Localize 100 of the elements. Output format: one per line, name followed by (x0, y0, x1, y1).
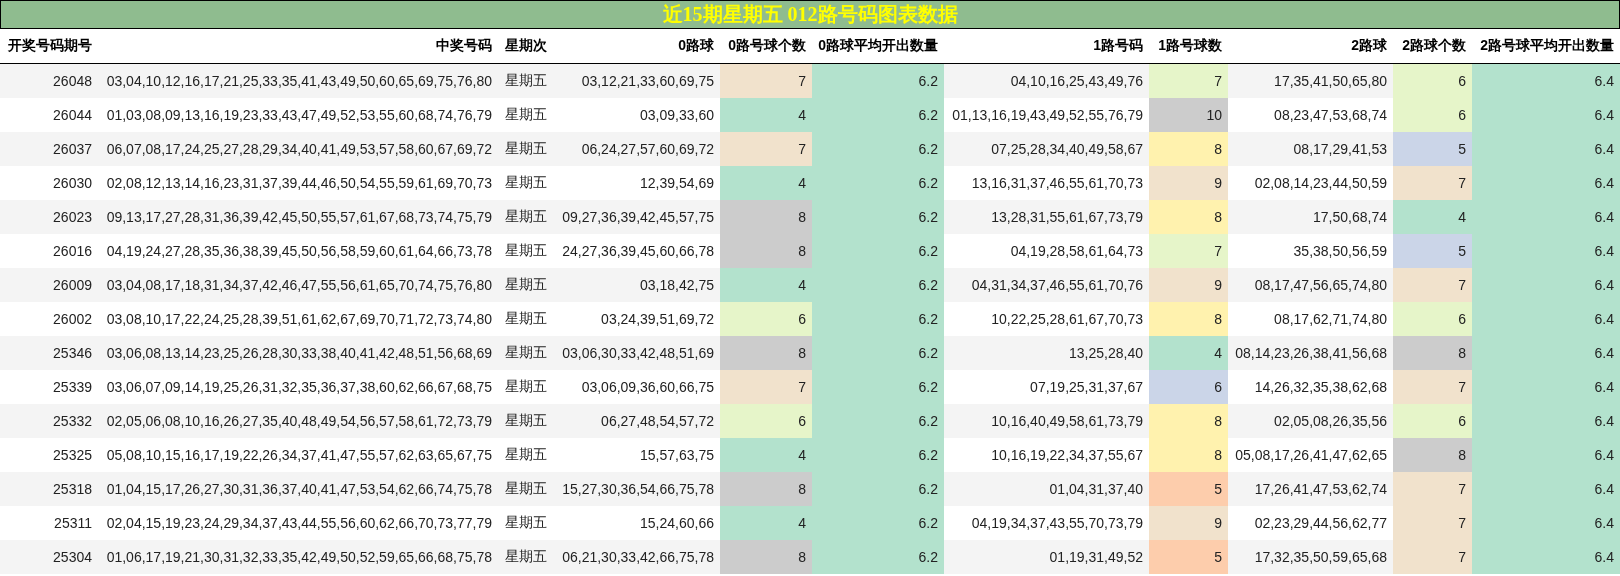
table-cell: 04,10,16,25,43,49,76 (944, 64, 1149, 98)
table-cell: 17,35,41,50,65,80 (1228, 64, 1393, 98)
table-cell: 6.4 (1472, 506, 1620, 540)
table-cell: 6.4 (1472, 98, 1620, 132)
count-cell: 8 (1393, 438, 1472, 472)
count-cell: 4 (720, 268, 812, 302)
count-cell: 5 (1149, 472, 1228, 506)
table-cell: 6.2 (812, 64, 944, 98)
table-cell: 6.4 (1472, 336, 1620, 370)
count-cell: 6 (720, 302, 812, 336)
table-cell: 01,04,31,37,40 (944, 472, 1149, 506)
count-cell: 7 (1393, 370, 1472, 404)
count-cell: 9 (1149, 166, 1228, 200)
table-cell: 6.2 (812, 200, 944, 234)
table-cell: 6.4 (1472, 268, 1620, 302)
count-cell: 5 (1393, 234, 1472, 268)
count-cell: 6 (1393, 98, 1472, 132)
table-cell: 13,28,31,55,61,67,73,79 (944, 200, 1149, 234)
table-cell: 星期五 (498, 268, 553, 302)
count-cell: 6 (720, 404, 812, 438)
count-cell: 8 (1149, 132, 1228, 166)
table-cell: 6.2 (812, 268, 944, 302)
table-cell: 6.2 (812, 234, 944, 268)
table-cell: 星期五 (498, 200, 553, 234)
count-cell: 9 (1149, 506, 1228, 540)
table-cell: 03,04,10,12,16,17,21,25,33,35,41,43,49,50,60,65,69,75,76,80 (98, 64, 498, 98)
count-cell: 7 (1393, 472, 1472, 506)
count-cell: 5 (1149, 540, 1228, 574)
table-cell: 15,27,30,36,54,66,75,78 (553, 472, 720, 506)
table-cell: 6.4 (1472, 132, 1620, 166)
table-cell: 6.4 (1472, 302, 1620, 336)
count-cell: 8 (720, 472, 812, 506)
table-cell: 6.2 (812, 540, 944, 574)
table-cell: 17,50,68,74 (1228, 200, 1393, 234)
table-cell: 06,27,48,54,57,72 (553, 404, 720, 438)
table-cell: 星期五 (498, 540, 553, 574)
count-cell: 7 (1393, 268, 1472, 302)
table-cell: 星期五 (498, 404, 553, 438)
count-cell: 8 (1393, 336, 1472, 370)
table-cell: 6.4 (1472, 540, 1620, 574)
count-cell: 7 (720, 370, 812, 404)
table-cell: 06,24,27,57,60,69,72 (553, 132, 720, 166)
count-cell: 8 (1149, 404, 1228, 438)
table-cell: 03,12,21,33,60,69,75 (553, 64, 720, 98)
count-cell: 4 (720, 166, 812, 200)
count-cell: 9 (1149, 268, 1228, 302)
count-cell: 7 (1393, 166, 1472, 200)
table-cell: 25346 (0, 336, 98, 370)
count-cell: 7 (1149, 234, 1228, 268)
table-cell: 星期五 (498, 64, 553, 98)
table-cell: 25318 (0, 472, 98, 506)
table-cell: 6.2 (812, 98, 944, 132)
table-cell: 03,04,08,17,18,31,34,37,42,46,47,55,56,61,65,70,74,75,76,80 (98, 268, 498, 302)
count-cell: 10 (1149, 98, 1228, 132)
count-cell: 8 (1149, 438, 1228, 472)
table-cell: 08,14,23,26,38,41,56,68 (1228, 336, 1393, 370)
count-cell: 7 (1393, 506, 1472, 540)
table-cell: 17,26,41,47,53,62,74 (1228, 472, 1393, 506)
table-cell: 01,04,15,17,26,27,30,31,36,37,40,41,47,53,54,62,66,74,75,78 (98, 472, 498, 506)
count-cell: 7 (1393, 540, 1472, 574)
table-cell: 6.2 (812, 166, 944, 200)
table-cell: 10,16,40,49,58,61,73,79 (944, 404, 1149, 438)
table-cell: 星期五 (498, 132, 553, 166)
table-cell: 6.4 (1472, 370, 1620, 404)
count-cell: 6 (1393, 404, 1472, 438)
table-cell: 01,06,17,19,21,30,31,32,33,35,42,49,50,52,59,65,66,68,75,78 (98, 540, 498, 574)
count-cell: 4 (720, 506, 812, 540)
count-cell: 8 (720, 336, 812, 370)
table-cell: 25332 (0, 404, 98, 438)
count-cell: 6 (1149, 370, 1228, 404)
table-cell: 03,06,08,13,14,23,25,26,28,30,33,38,40,41,42,48,51,56,68,69 (98, 336, 498, 370)
count-cell: 8 (720, 234, 812, 268)
table-cell: 26023 (0, 200, 98, 234)
table-cell: 星期五 (498, 472, 553, 506)
count-cell: 6 (1393, 302, 1472, 336)
table-cell: 06,21,30,33,42,66,75,78 (553, 540, 720, 574)
table-cell: 6.2 (812, 506, 944, 540)
table-cell: 08,17,29,41,53 (1228, 132, 1393, 166)
table-cell: 6.2 (812, 438, 944, 472)
table-cell: 03,18,42,75 (553, 268, 720, 302)
table-cell: 07,25,28,34,40,49,58,67 (944, 132, 1149, 166)
table-title: 近15期星期五 012路号码图表数据 (0, 0, 1620, 29)
table-cell: 6.2 (812, 302, 944, 336)
table-cell: 02,05,08,26,35,56 (1228, 404, 1393, 438)
count-cell: 8 (720, 200, 812, 234)
count-cell: 4 (1393, 200, 1472, 234)
table-cell: 6.2 (812, 404, 944, 438)
table-cell: 6.4 (1472, 200, 1620, 234)
table-cell: 06,07,08,17,24,25,27,28,29,34,40,41,49,53,57,58,60,67,69,72 (98, 132, 498, 166)
table-cell: 6.2 (812, 132, 944, 166)
table-cell: 26009 (0, 268, 98, 302)
count-cell: 4 (1149, 336, 1228, 370)
table-cell: 09,27,36,39,42,45,57,75 (553, 200, 720, 234)
count-cell: 4 (720, 98, 812, 132)
table-cell: 星期五 (498, 336, 553, 370)
count-cell: 7 (1149, 64, 1228, 98)
count-cell: 4 (720, 438, 812, 472)
table-cell: 6.4 (1472, 438, 1620, 472)
count-cell: 5 (1393, 132, 1472, 166)
table-cell: 17,32,35,50,59,65,68 (1228, 540, 1393, 574)
